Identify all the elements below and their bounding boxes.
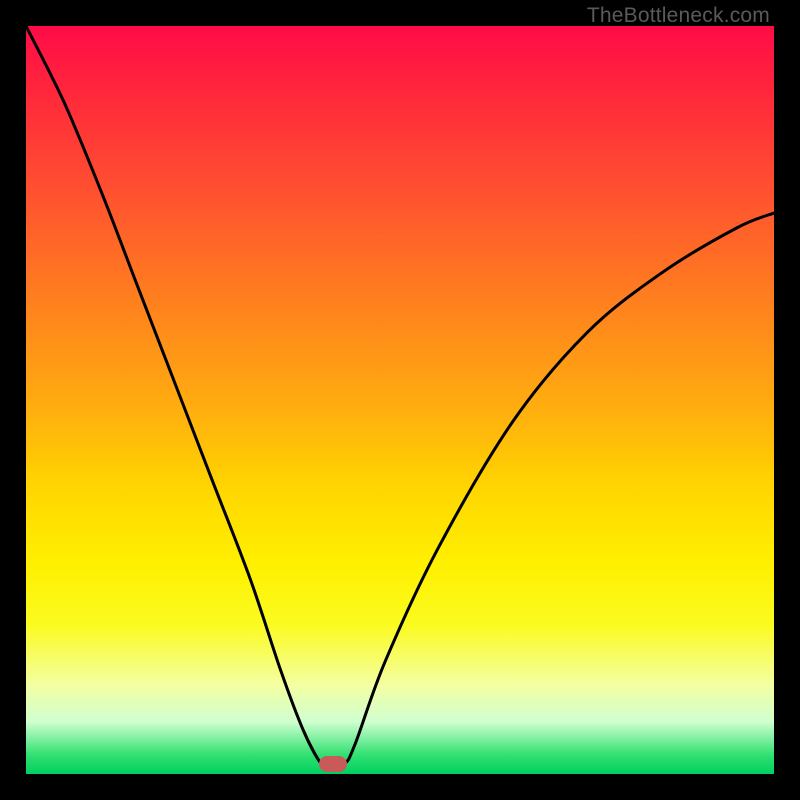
optimum-marker — [319, 756, 347, 772]
plot-area — [26, 26, 774, 774]
watermark-text: TheBottleneck.com — [587, 4, 770, 28]
bottleneck-curve — [26, 26, 774, 767]
outer-frame: TheBottleneck.com — [0, 0, 800, 800]
curve-svg — [26, 26, 774, 774]
